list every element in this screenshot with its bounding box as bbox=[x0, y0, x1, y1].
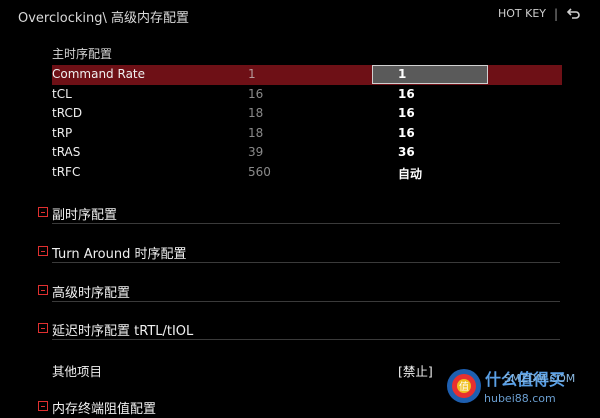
top-bar: Overclocking\ 高级内存配置 HOT KEY | bbox=[0, 0, 600, 30]
setting-input-box[interactable] bbox=[372, 65, 488, 84]
watermark-brand: 值 bbox=[459, 380, 469, 393]
plus-box-icon[interactable] bbox=[38, 285, 48, 295]
timing-current-value: 1 bbox=[248, 67, 256, 81]
section-label: 内存终端阻值配置 bbox=[52, 402, 157, 417]
timing-name: tRCD bbox=[52, 106, 83, 120]
plus-box-icon[interactable] bbox=[38, 246, 48, 256]
separator: | bbox=[553, 7, 558, 21]
watermark-text-bottom: SMZDM.COM bbox=[504, 372, 576, 385]
primary-timing-title: 主时序配置 bbox=[52, 47, 113, 61]
timing-row-command-rate[interactable]: Command Rate 1 1 bbox=[52, 65, 562, 85]
watermark-logo-icon: 值 bbox=[447, 369, 481, 403]
timing-name: Command Rate bbox=[52, 67, 146, 81]
plus-box-icon[interactable] bbox=[38, 401, 48, 411]
section-secondary-timing[interactable]: 副时序配置 bbox=[38, 204, 560, 224]
breadcrumb-title: Overclocking\ 高级内存配置 bbox=[18, 11, 189, 26]
back-arrow-icon[interactable] bbox=[564, 6, 582, 24]
timing-current-value: 16 bbox=[248, 86, 264, 101]
timing-row-trfc[interactable]: tRFC 560 自动 bbox=[52, 163, 562, 183]
plus-box-icon[interactable] bbox=[38, 207, 48, 217]
timing-current-value: 560 bbox=[248, 164, 271, 179]
timing-name: tRFC bbox=[52, 164, 81, 179]
timing-row-trp[interactable]: tRP 18 16 bbox=[52, 124, 562, 144]
timing-name: tRAS bbox=[52, 145, 81, 159]
misc-item-value[interactable]: [禁止] bbox=[398, 361, 433, 380]
divider bbox=[52, 262, 560, 263]
primary-timing-table: Command Rate 1 1 tCL 16 16 tRCD 18 16 tR… bbox=[52, 65, 562, 182]
timing-setting-value[interactable]: 自动 bbox=[398, 165, 422, 182]
timing-name: tCL bbox=[52, 86, 72, 101]
timing-current-value: 18 bbox=[248, 106, 264, 120]
hotkey-button[interactable]: HOT KEY bbox=[498, 7, 546, 20]
timing-setting-value[interactable]: 16 bbox=[398, 87, 415, 101]
timing-row-tras[interactable]: tRAS 39 36 bbox=[52, 143, 562, 163]
section-label: 延迟时序配置 tRTL/tIOL bbox=[52, 324, 194, 339]
timing-name: tRP bbox=[52, 125, 73, 140]
timing-setting-value[interactable]: 16 bbox=[398, 106, 415, 120]
watermark-text-site: hubei88.com bbox=[484, 392, 556, 405]
timing-current-value: 39 bbox=[248, 145, 264, 159]
timing-current-value: 18 bbox=[248, 125, 264, 140]
plus-box-icon[interactable] bbox=[38, 323, 48, 333]
misc-item-name: 其他项目 bbox=[52, 364, 103, 379]
section-label: 高级时序配置 bbox=[52, 286, 131, 301]
divider bbox=[52, 301, 560, 302]
section-label: 副时序配置 bbox=[52, 208, 118, 223]
timing-row-tcl[interactable]: tCL 16 16 bbox=[52, 85, 562, 105]
section-label: Turn Around 时序配置 bbox=[52, 247, 187, 262]
divider bbox=[52, 223, 560, 224]
section-advanced-timing[interactable]: 高级时序配置 bbox=[38, 282, 560, 302]
section-turn-around-timing[interactable]: Turn Around 时序配置 bbox=[38, 243, 560, 263]
timing-setting-value[interactable]: 1 bbox=[398, 67, 406, 81]
section-latency-timing[interactable]: 延迟时序配置 tRTL/tIOL bbox=[38, 320, 560, 340]
timing-row-trcd[interactable]: tRCD 18 16 bbox=[52, 104, 562, 124]
timing-setting-value[interactable]: 16 bbox=[398, 126, 415, 140]
timing-setting-value[interactable]: 36 bbox=[398, 145, 415, 159]
divider bbox=[52, 339, 560, 340]
